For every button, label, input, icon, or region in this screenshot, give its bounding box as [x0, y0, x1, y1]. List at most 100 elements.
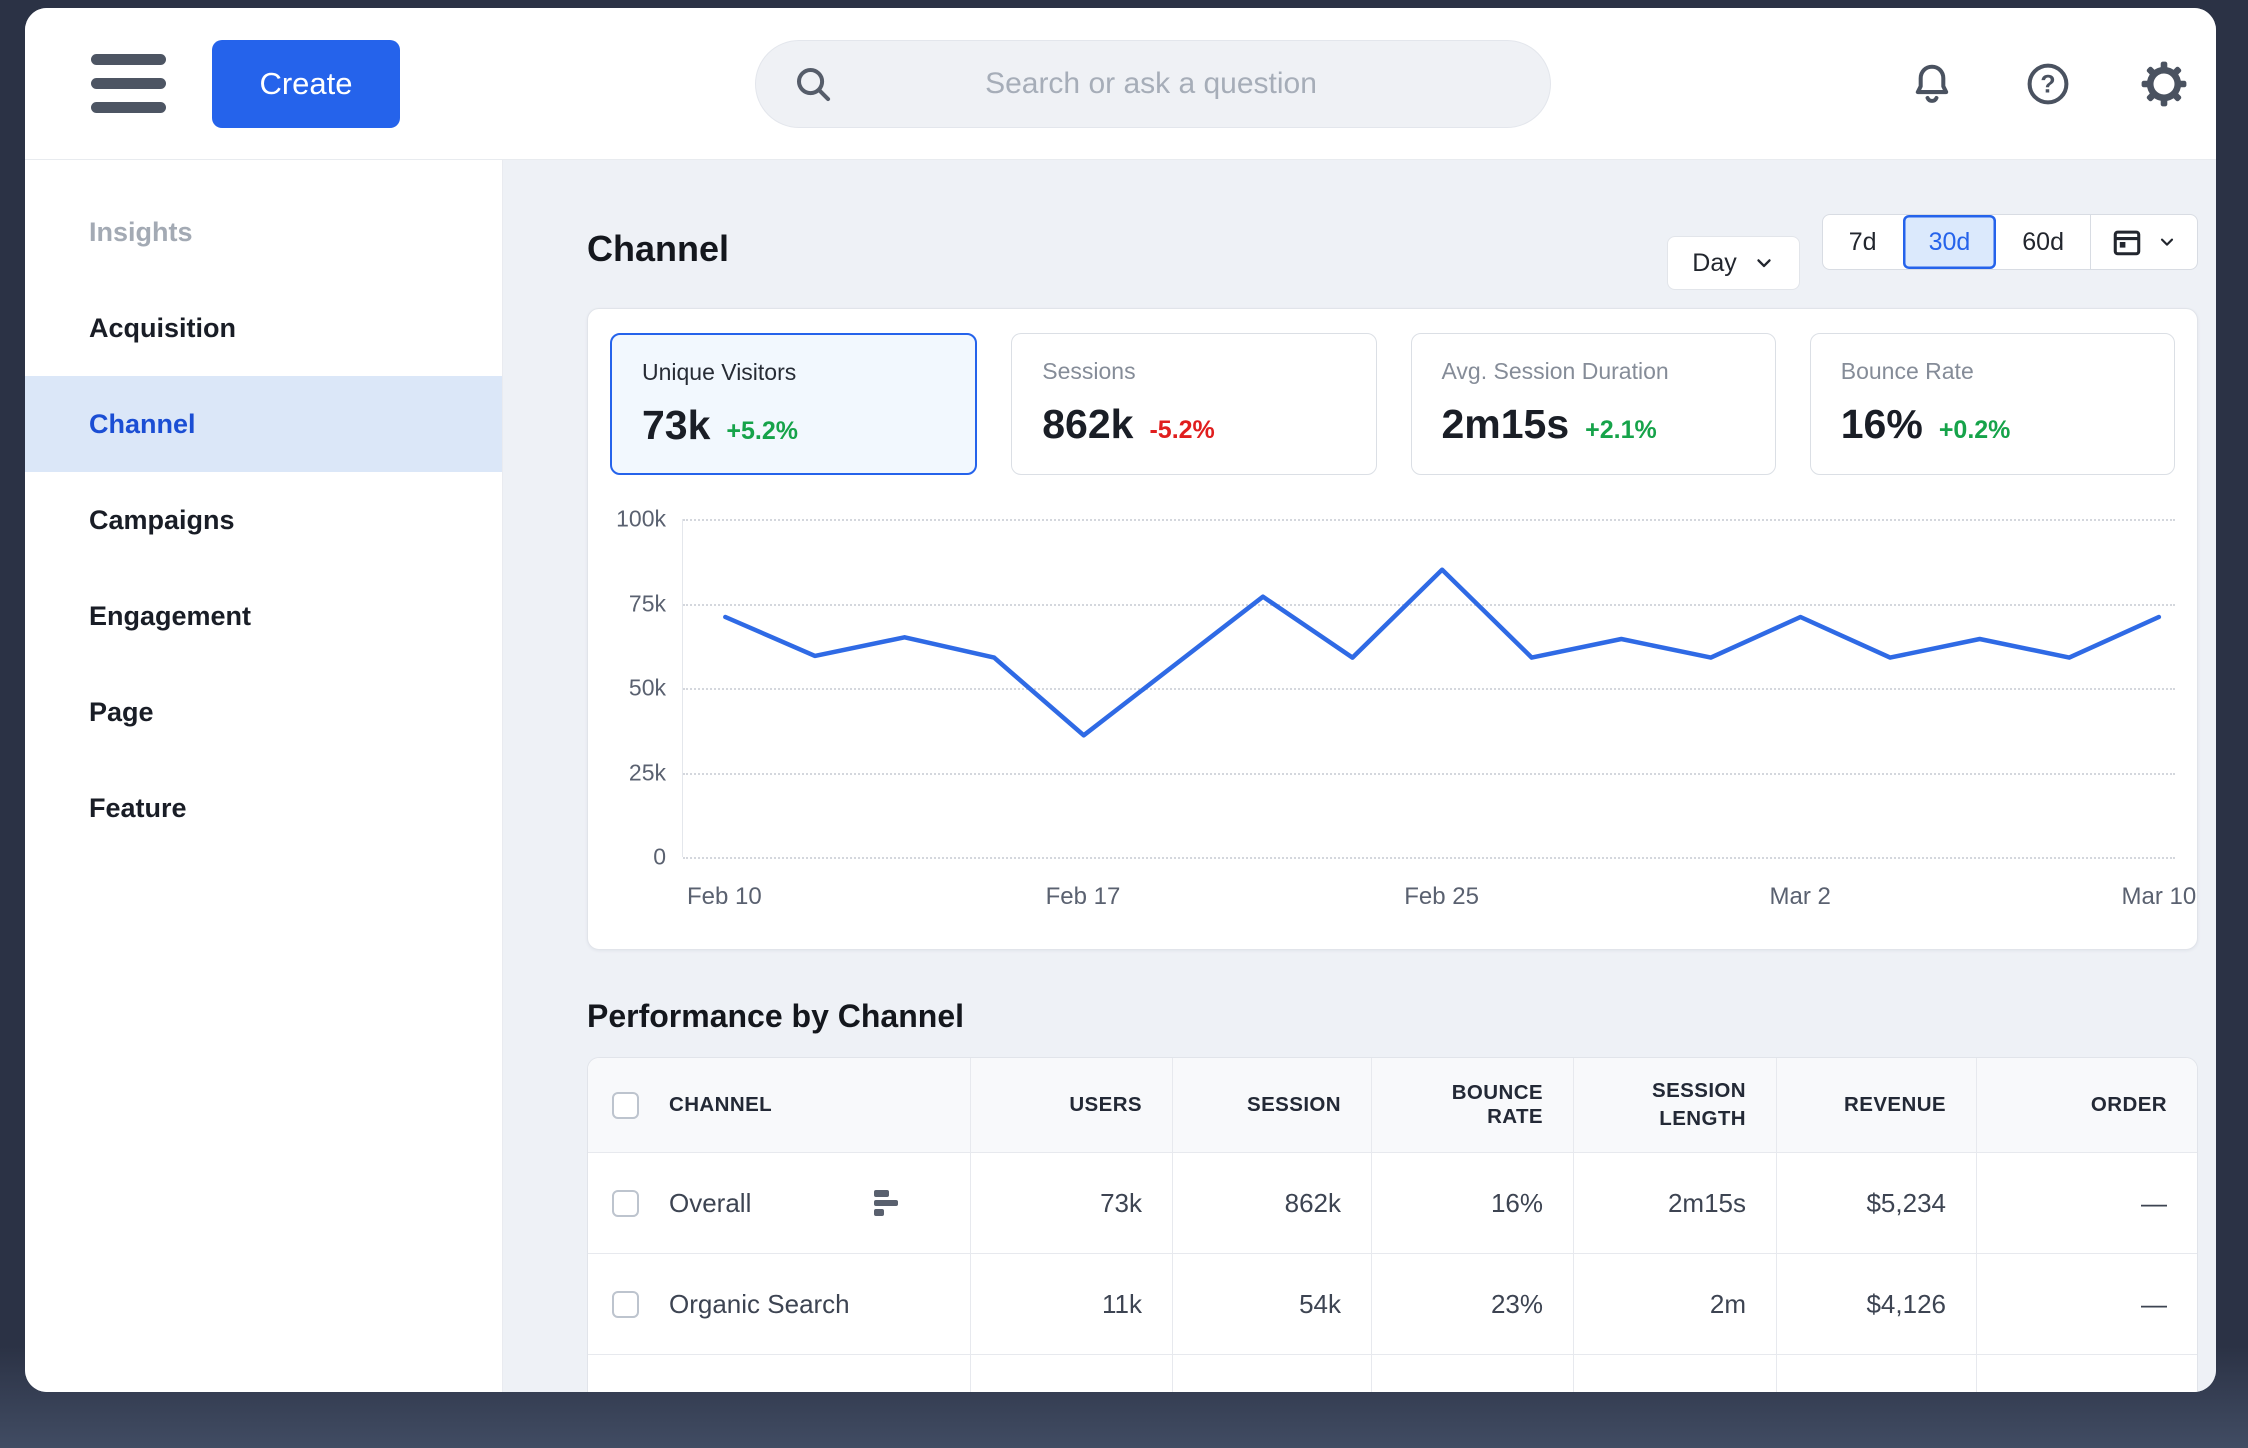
sidebar-item-feature[interactable]: Feature: [25, 760, 502, 856]
y-tick-label: 75k: [629, 590, 666, 617]
chevron-down-icon: [2157, 232, 2177, 252]
row-checkbox[interactable]: [612, 1190, 639, 1217]
range-7d-button[interactable]: 7d: [1823, 215, 1903, 269]
chart-x-axis: Feb 10Feb 17Feb 25Mar 2Mar 10: [682, 857, 2175, 921]
granularity-dropdown[interactable]: Day: [1667, 236, 1799, 290]
calendar-dropdown[interactable]: [2090, 215, 2197, 269]
column-header-users: USERS: [970, 1058, 1172, 1152]
calendar-icon: [2111, 226, 2143, 258]
range-segmented-control: 7d 30d 60d: [1822, 214, 2198, 270]
metric-delta: +2.1%: [1585, 416, 1657, 445]
sidebar-section-insights: Insights: [25, 184, 502, 280]
channel-name: Overall: [669, 1188, 751, 1219]
chevron-down-icon: [1753, 252, 1775, 274]
granularity-value: Day: [1692, 249, 1736, 278]
metric-label: Bounce Rate: [1841, 358, 2144, 385]
table-row[interactable]: Organic Search 11k 54k 23% 2m $4,126 —: [588, 1253, 2197, 1354]
line-chart-svg: [683, 519, 2175, 857]
page-title: Channel: [587, 228, 729, 270]
sidebar-item-campaigns[interactable]: Campaigns: [25, 472, 502, 568]
cell-order: —: [1976, 1254, 2197, 1354]
channel-name: Organic Search: [669, 1289, 850, 1320]
y-tick-label: 0: [653, 844, 666, 871]
metric-delta: +5.2%: [726, 417, 798, 446]
topbar-actions: ?: [1908, 60, 2188, 108]
range-30d-button[interactable]: 30d: [1903, 215, 1997, 269]
metric-card-avg-session-duration[interactable]: Avg. Session Duration 2m15s +2.1%: [1411, 333, 1776, 475]
select-all-checkbox[interactable]: [612, 1092, 639, 1119]
channel-name: Overall: [669, 1390, 751, 1393]
cell-users: 9,352: [970, 1355, 1172, 1392]
metric-value: 862k: [1042, 401, 1133, 448]
breakdown-bars-icon[interactable]: [874, 1190, 898, 1216]
cell-session: 9,352: [1172, 1355, 1371, 1392]
sidebar-item-channel[interactable]: Channel: [25, 376, 502, 472]
top-bar: Create Search or ask a question ?: [25, 8, 2216, 160]
y-tick-label: 50k: [629, 675, 666, 702]
cell-revenue: $4,126: [1776, 1254, 1976, 1354]
cell-users: 11k: [970, 1254, 1172, 1354]
cell-users: 73k: [970, 1153, 1172, 1253]
x-tick-label: Feb 17: [1046, 883, 1121, 911]
cell-revenue: $5,234: [1776, 1153, 1976, 1253]
range-60d-button[interactable]: 60d: [1996, 215, 2090, 269]
settings-gear-icon[interactable]: [2140, 60, 2188, 108]
metric-card-bounce-rate[interactable]: Bounce Rate 16% +0.2%: [1810, 333, 2175, 475]
metric-label: Avg. Session Duration: [1442, 358, 1745, 385]
column-header-bounce-rate: BOUNCE RATE: [1371, 1058, 1573, 1152]
sidebar-item-acquisition[interactable]: Acquisition: [25, 280, 502, 376]
channel-overview-card: Unique Visitors 73k +5.2% Sessions 862k …: [587, 308, 2198, 950]
sidebar-item-page[interactable]: Page: [25, 664, 502, 760]
cell-revenue: 9,352: [1776, 1355, 1976, 1392]
search-input[interactable]: Search or ask a question: [755, 40, 1551, 128]
metric-cards: Unique Visitors 73k +5.2% Sessions 862k …: [610, 333, 2175, 475]
table-row[interactable]: Overall 9,352 9,352 9,352 9,352 9,352 9,…: [588, 1354, 2197, 1392]
metric-label: Sessions: [1042, 358, 1345, 385]
metric-label: Unique Visitors: [642, 359, 945, 386]
cell-bounce-rate: 23%: [1371, 1254, 1573, 1354]
metric-delta: +0.2%: [1939, 416, 2011, 445]
row-checkbox[interactable]: [612, 1291, 639, 1318]
notifications-bell-icon[interactable]: [1908, 60, 1956, 108]
column-header-session: SESSION: [1172, 1058, 1371, 1152]
cell-session-length: 2m15s: [1573, 1153, 1776, 1253]
x-tick-label: Mar 10: [2122, 883, 2197, 911]
y-tick-label: 100k: [616, 506, 666, 533]
metric-card-sessions[interactable]: Sessions 862k -5.2%: [1011, 333, 1376, 475]
column-header-session-length: SESSION LENGTH: [1573, 1058, 1776, 1152]
cell-session: 862k: [1172, 1153, 1371, 1253]
cell-session-length: 2m: [1573, 1254, 1776, 1354]
chart-y-axis: 100k75k50k25k0: [610, 519, 682, 857]
performance-section-title: Performance by Channel: [587, 998, 2198, 1035]
table-header-row: CHANNEL USERS SESSION BOUNCE RATE SESSIO…: [588, 1058, 2197, 1152]
cell-bounce-rate: 16%: [1371, 1153, 1573, 1253]
app-window: Create Search or ask a question ?: [25, 8, 2216, 1392]
cell-session: 54k: [1172, 1254, 1371, 1354]
search-placeholder: Search or ask a question: [834, 67, 1514, 101]
metric-value: 73k: [642, 402, 710, 449]
date-controls: Day 7d 30d 60d: [1667, 214, 2198, 290]
hamburger-menu-icon[interactable]: [91, 54, 166, 113]
cell-order: —: [1976, 1153, 2197, 1253]
row-checkbox[interactable]: [612, 1392, 639, 1393]
sidebar-item-engagement[interactable]: Engagement: [25, 568, 502, 664]
svg-text:?: ?: [2040, 70, 2055, 98]
metric-delta: -5.2%: [1149, 416, 1214, 445]
column-header-revenue: REVENUE: [1776, 1058, 1976, 1152]
cell-session-length: 9,352: [1573, 1355, 1776, 1392]
search-icon: [792, 63, 834, 105]
column-header-channel: CHANNEL: [669, 1093, 772, 1117]
x-tick-label: Feb 10: [687, 883, 762, 911]
chart-line: [725, 570, 2159, 736]
line-chart: 100k75k50k25k0 Feb 10Feb 17Feb 25Mar 2Ma…: [610, 519, 2175, 921]
help-icon[interactable]: ?: [2024, 60, 2072, 108]
y-tick-label: 25k: [629, 759, 666, 786]
metric-value: 16%: [1841, 401, 1923, 448]
performance-table: CHANNEL USERS SESSION BOUNCE RATE SESSIO…: [587, 1057, 2198, 1392]
cell-order: 9,352: [1976, 1355, 2197, 1392]
metric-card-unique-visitors[interactable]: Unique Visitors 73k +5.2%: [610, 333, 977, 475]
column-header-order: ORDER: [1976, 1058, 2197, 1152]
x-tick-label: Feb 25: [1404, 883, 1479, 911]
table-row[interactable]: Overall 73k 862k 16% 2m15s $5,234 —: [588, 1152, 2197, 1253]
create-button[interactable]: Create: [212, 40, 400, 128]
